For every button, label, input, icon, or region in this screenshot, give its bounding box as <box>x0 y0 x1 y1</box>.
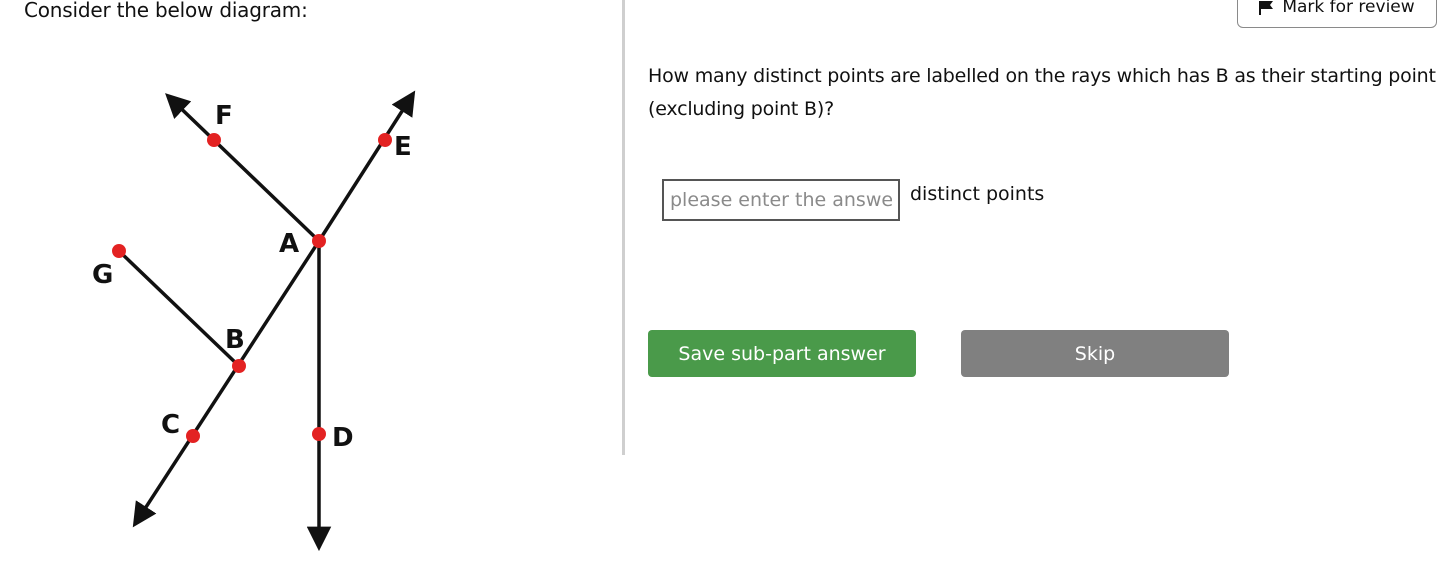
point-b <box>232 359 246 373</box>
label-e: E <box>394 132 412 162</box>
save-sub-part-answer-button[interactable]: Save sub-part answer <box>648 330 916 377</box>
label-b: B <box>225 325 245 355</box>
label-d: D <box>332 423 354 453</box>
label-f: F <box>215 101 233 131</box>
pane-divider <box>622 0 625 455</box>
geometry-diagram: A B C D E F G <box>92 90 416 552</box>
ray-a-e <box>317 90 416 242</box>
label-a: A <box>279 229 299 259</box>
diagram-pane: Consider the below diagram: A B C D E F … <box>0 0 622 562</box>
point-a <box>312 234 326 248</box>
mark-for-review-label: Mark for review <box>1282 0 1415 17</box>
question-pane: Mark for review How many distinct points… <box>626 0 1451 562</box>
label-c: C <box>161 410 180 440</box>
label-g: G <box>92 260 113 290</box>
ray-b-c <box>132 240 321 528</box>
point-f <box>207 133 221 147</box>
point-c <box>186 429 200 443</box>
question-page: Consider the below diagram: A B C D E F … <box>0 0 1451 562</box>
mark-for-review-button[interactable]: Mark for review <box>1237 0 1437 28</box>
skip-button[interactable]: Skip <box>961 330 1229 377</box>
answer-unit-label: distinct points <box>910 183 1045 205</box>
segment-g-b <box>117 249 241 368</box>
point-g <box>112 244 126 258</box>
point-d <box>312 427 326 441</box>
answer-input[interactable] <box>662 179 900 221</box>
ray-a-f <box>165 93 321 243</box>
point-e <box>378 133 392 147</box>
question-text: How many distinct points are labelled on… <box>648 65 1436 120</box>
answer-row: distinct points <box>662 179 1044 221</box>
flag-icon <box>1259 1 1274 15</box>
